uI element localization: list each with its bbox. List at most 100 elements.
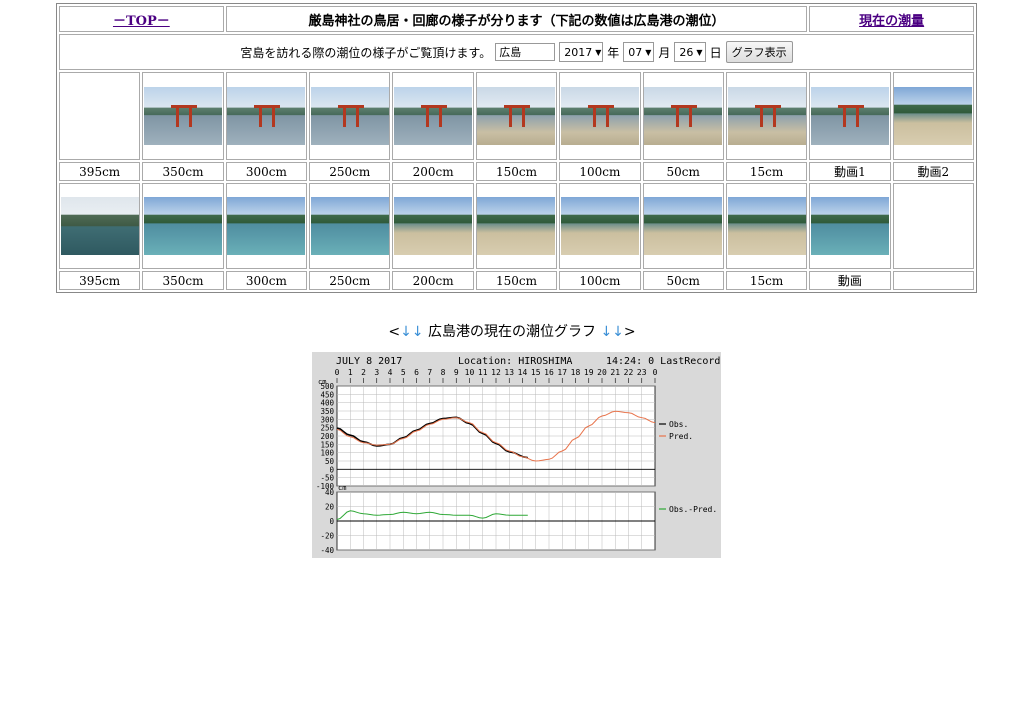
torii-photo[interactable]: [144, 87, 223, 145]
photo-cell-empty: [59, 72, 141, 160]
torii-photo[interactable]: [560, 87, 639, 145]
level-label: 250cm: [309, 271, 391, 290]
hour-tick-label: 1: [348, 368, 353, 377]
hour-tick-label: 2: [361, 368, 366, 377]
video-label[interactable]: 動画2: [892, 162, 974, 181]
hour-tick-label: 12: [491, 368, 501, 377]
corridor-photo[interactable]: [727, 197, 806, 255]
level-label: 200cm: [392, 271, 474, 290]
photo-cell[interactable]: [642, 183, 724, 269]
current-tide-link[interactable]: 現在の潮量: [859, 14, 924, 29]
photo-cell[interactable]: [559, 183, 641, 269]
video-cell[interactable]: [892, 72, 974, 160]
video-thumbnail[interactable]: [810, 87, 889, 145]
torii-photo[interactable]: [727, 87, 806, 145]
form-cell: 宮島を訪れる際の潮位の様子がご覧頂けます。 2017 ▼ 年 07 ▼ 月 26…: [59, 34, 974, 70]
month-value: 07: [628, 45, 643, 59]
photo-cell[interactable]: [642, 72, 724, 160]
torii-photo[interactable]: [310, 87, 389, 145]
video-label[interactable]: 動画1: [809, 162, 891, 181]
current-link-cell: 現在の潮量: [809, 6, 974, 32]
location-input[interactable]: [495, 43, 556, 61]
torii-photo[interactable]: [644, 87, 723, 145]
corridor-photo[interactable]: [60, 197, 139, 255]
hour-tick-label: 8: [441, 368, 446, 377]
down-arrows-icon: ↓↓: [400, 324, 424, 340]
photo-cell[interactable]: [225, 72, 308, 160]
photo-cell[interactable]: [309, 183, 391, 269]
lower-y-tick-label: 40: [325, 488, 335, 497]
lower-y-tick-label: -40: [320, 546, 334, 555]
level-label: 300cm: [225, 162, 308, 181]
photo-cell[interactable]: [475, 72, 558, 160]
level-label: 50cm: [642, 162, 724, 181]
corridor-photo[interactable]: [560, 197, 639, 255]
lower-y-tick-label: 0: [329, 517, 334, 526]
corridor-photo[interactable]: [227, 197, 306, 255]
month-select[interactable]: 07 ▼: [623, 42, 655, 62]
legend-obs-label: Obs.: [669, 420, 688, 429]
tide-chart-svg: JULY 8 2017 Location: HIROSHIMA 14:24: 0 L…: [312, 352, 721, 558]
photo-cell[interactable]: [392, 183, 474, 269]
photo-cell[interactable]: [725, 183, 808, 269]
video-cell[interactable]: [809, 183, 891, 269]
photo-cell[interactable]: [59, 183, 141, 269]
hour-tick-label: 18: [571, 368, 581, 377]
hour-tick-label: 19: [584, 368, 594, 377]
level-label: 150cm: [475, 271, 558, 290]
level-label: 15cm: [725, 271, 808, 290]
video-thumbnail[interactable]: [894, 87, 973, 145]
date-form: 宮島を訪れる際の潮位の様子がご覧頂けます。 2017 ▼ 年 07 ▼ 月 26…: [60, 41, 973, 63]
video-label[interactable]: 動画: [809, 271, 891, 290]
day-value: 26: [679, 45, 694, 59]
day-unit: 日: [709, 45, 722, 60]
photo-cell[interactable]: [559, 72, 641, 160]
video-thumbnail[interactable]: [810, 197, 889, 255]
photo-cell[interactable]: [225, 183, 308, 269]
level-label: 100cm: [559, 271, 641, 290]
photo-cell[interactable]: [725, 72, 808, 160]
hour-tick-label: 23: [637, 368, 647, 377]
caption-lt: <: [388, 324, 401, 340]
photo-cell[interactable]: [142, 72, 224, 160]
corridor-photo[interactable]: [394, 197, 473, 255]
caption-gt: >: [623, 324, 636, 340]
hour-tick-label: 9: [454, 368, 459, 377]
row2-labels: 395cm 350cm 300cm 250cm 200cm 150cm 100c…: [59, 271, 974, 290]
photo-cell[interactable]: [475, 183, 558, 269]
top-link[interactable]: －TOP－: [113, 14, 170, 29]
year-select[interactable]: 2017 ▼: [559, 42, 604, 62]
top-link-cell: －TOP－: [59, 6, 224, 32]
corridor-photo[interactable]: [644, 197, 723, 255]
chart-location: Location: HIROSHIMA: [458, 356, 572, 367]
photo-cell[interactable]: [392, 72, 474, 160]
photo-cell[interactable]: [309, 72, 391, 160]
torii-photo[interactable]: [394, 87, 473, 145]
show-graph-button[interactable]: グラフ表示: [725, 41, 793, 63]
chart-date: JULY 8 2017: [336, 356, 402, 367]
hour-tick-label: 16: [544, 368, 554, 377]
page-title: 厳島神社の鳥居・回廊の様子が分ります（下記の数値は広島港の潮位）: [308, 13, 725, 29]
corridor-photo[interactable]: [310, 197, 389, 255]
hour-tick-label: 7: [427, 368, 432, 377]
photo-cell[interactable]: [142, 183, 224, 269]
corridor-photo[interactable]: [477, 197, 556, 255]
down-arrows-icon: ↓↓: [600, 324, 624, 340]
level-label: 250cm: [309, 162, 391, 181]
hour-tick-label: 10: [465, 368, 475, 377]
row1-labels: 395cm 350cm 300cm 250cm 200cm 150cm 100c…: [59, 162, 974, 181]
day-select[interactable]: 26 ▼: [674, 42, 706, 62]
level-label: 395cm: [59, 162, 141, 181]
torii-photo[interactable]: [477, 87, 556, 145]
year-unit: 年: [607, 45, 620, 60]
video-cell[interactable]: [809, 72, 891, 160]
corridor-photo[interactable]: [144, 197, 223, 255]
hour-tick-label: 15: [531, 368, 541, 377]
torii-photo[interactable]: [227, 87, 306, 145]
hour-tick-label: 20: [597, 368, 607, 377]
hour-tick-label: 4: [388, 368, 393, 377]
level-label: 200cm: [392, 162, 474, 181]
chevron-down-icon: ▼: [645, 47, 652, 57]
level-label: 15cm: [725, 162, 808, 181]
year-value: 2017: [564, 45, 593, 59]
